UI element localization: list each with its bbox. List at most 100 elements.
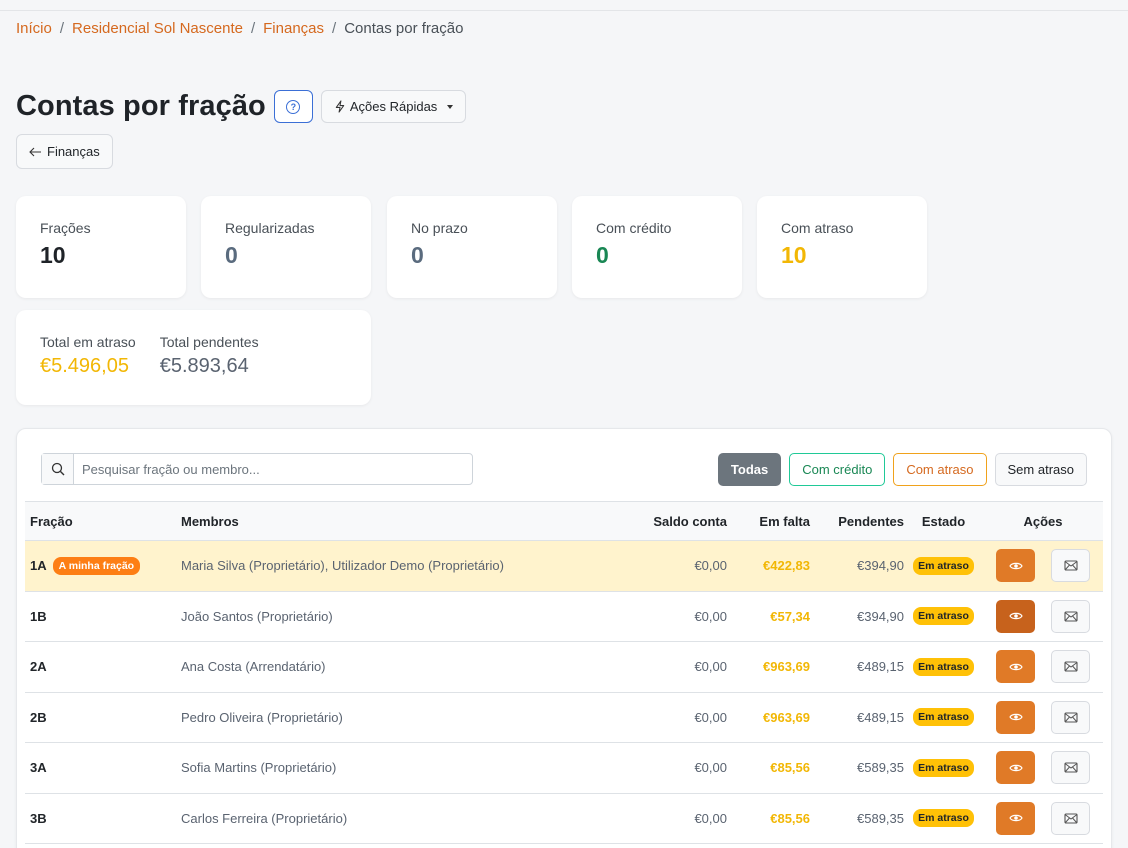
column-header-fraction[interactable]: Fração [25, 501, 175, 541]
cell-missing: €963,69 [727, 641, 810, 693]
status-badge: Em atraso [913, 708, 974, 727]
envelope-icon [1063, 560, 1078, 571]
email-button[interactable] [1051, 801, 1090, 835]
cell-members: Carlos Ferreira (Proprietário) [175, 793, 637, 844]
cell-pending: €489,15 [810, 692, 904, 743]
eye-icon [1008, 714, 1023, 721]
cell-missing: €963,69 [727, 692, 810, 743]
cell-missing: €422,83 [727, 540, 810, 592]
eye-icon [1008, 815, 1023, 822]
cell-actions [983, 793, 1103, 844]
cell-balance: €0,00 [637, 540, 727, 592]
view-button[interactable] [996, 549, 1035, 583]
total-pending: Total pendentes €5.893,64 [160, 334, 259, 381]
stat-card-fractions: Frações 10 [16, 196, 186, 298]
back-label: Finanças [47, 144, 100, 159]
email-button[interactable] [1051, 751, 1090, 785]
cell-balance: €0,00 [637, 793, 727, 844]
email-button[interactable] [1051, 650, 1090, 684]
stat-label: Com crédito [596, 220, 672, 236]
cell-actions [983, 742, 1103, 794]
stat-label: Frações [40, 220, 91, 236]
cell-balance: €0,00 [637, 692, 727, 743]
stat-card-regularized: Regularizadas 0 [201, 196, 371, 298]
caret-down-icon [447, 104, 454, 109]
column-header-balance[interactable]: Saldo conta [637, 501, 727, 541]
status-badge: Em atraso [913, 607, 974, 626]
filter-credit-button[interactable]: Com crédito [789, 453, 886, 486]
stat-label: Com atraso [781, 220, 854, 236]
stat-value: 10 [781, 242, 807, 268]
column-header-pending[interactable]: Pendentes [810, 501, 904, 541]
view-button[interactable] [996, 801, 1035, 835]
search-group [41, 453, 473, 485]
back-to-finance-button[interactable]: Finanças [16, 134, 113, 169]
cell-balance: €0,00 [637, 742, 727, 794]
breadcrumb-home-link[interactable]: Início [16, 20, 52, 37]
cell-members: Pedro Oliveira (Proprietário) [175, 692, 637, 743]
table-row[interactable]: 1A A minha fração Maria Silva (Proprietár… [25, 540, 1103, 592]
stat-value: 0 [225, 242, 238, 268]
status-badge: Em atraso [913, 556, 974, 575]
email-button[interactable] [1051, 549, 1090, 583]
cell-pending: €489,15 [810, 641, 904, 693]
column-header-members[interactable]: Membros [175, 501, 637, 541]
cell-actions [983, 540, 1103, 592]
eye-icon [1008, 562, 1023, 569]
filter-late-button[interactable]: Com atraso [893, 453, 987, 486]
breadcrumb-finance-link[interactable]: Finanças [263, 20, 324, 37]
cell-status: Em atraso [904, 591, 983, 642]
quick-actions-label: Ações Rápidas [349, 99, 438, 114]
cell-pending: €589,35 [810, 742, 904, 794]
cell-status: Em atraso [904, 641, 983, 693]
cell-pending: €394,90 [810, 591, 904, 642]
envelope-icon [1063, 712, 1078, 723]
email-button[interactable] [1051, 700, 1090, 734]
cell-balance: €0,00 [637, 591, 727, 642]
view-button[interactable] [996, 751, 1035, 785]
table-row[interactable]: 1B João Santos (Proprietário) €0,00 €57,… [25, 591, 1103, 642]
lightning-icon [335, 100, 345, 113]
eye-icon [1008, 663, 1023, 670]
breadcrumb-condominium-link[interactable]: Residencial Sol Nascente [72, 20, 243, 37]
fraction-code: 1A [30, 557, 47, 573]
accounts-table-card: Todas Com crédito Com atraso Sem atraso … [16, 428, 1112, 848]
search-icon [42, 454, 74, 484]
email-button[interactable] [1051, 599, 1090, 633]
search-input[interactable] [74, 454, 472, 484]
status-badge: Em atraso [913, 657, 974, 676]
status-badge: Em atraso [913, 809, 974, 828]
view-button[interactable] [996, 599, 1035, 633]
total-pending-value: €5.893,64 [159, 355, 249, 377]
stat-card-with-credit: Com crédito 0 [572, 196, 742, 298]
cell-members: João Santos (Proprietário) [175, 591, 637, 642]
column-header-missing[interactable]: Em falta [727, 501, 810, 541]
envelope-icon [1063, 813, 1078, 824]
filter-all-button[interactable]: Todas [717, 453, 782, 486]
title-row: Contas por fração ? Ações Rápidas [16, 90, 467, 123]
breadcrumb: Início / Residencial Sol Nascente / Fina… [16, 20, 463, 37]
total-pending-label: Total pendentes [159, 334, 259, 350]
envelope-icon [1063, 762, 1078, 773]
cell-actions [983, 641, 1103, 693]
help-button[interactable]: ? [273, 90, 313, 123]
my-fraction-badge: A minha fração [52, 556, 141, 575]
cell-fraction: 3B [25, 793, 175, 844]
page-title: Contas por fração [16, 90, 266, 122]
filter-no-late-button[interactable]: Sem atraso [994, 453, 1087, 486]
table-row[interactable]: 3A Sofia Martins (Proprietário) €0,00 €8… [25, 742, 1103, 794]
table-row[interactable]: 2A Ana Costa (Arrendatário) €0,00 €963,6… [25, 641, 1103, 693]
view-button[interactable] [996, 650, 1035, 684]
quick-actions-button[interactable]: Ações Rápidas [320, 90, 467, 123]
cell-actions [983, 591, 1103, 642]
breadcrumb-separator: / [59, 20, 65, 37]
envelope-icon [1063, 661, 1078, 672]
cell-fraction: 2B [25, 692, 175, 743]
accounts-table: Fração Membros Saldo conta Em falta Pend… [25, 501, 1103, 844]
column-header-status[interactable]: Estado [904, 501, 983, 541]
table-row[interactable]: 2B Pedro Oliveira (Proprietário) €0,00 €… [25, 692, 1103, 743]
cell-missing: €85,56 [727, 742, 810, 794]
top-divider [0, 10, 1128, 11]
table-row[interactable]: 3B Carlos Ferreira (Proprietário) €0,00 … [25, 793, 1103, 844]
view-button[interactable] [996, 700, 1035, 734]
